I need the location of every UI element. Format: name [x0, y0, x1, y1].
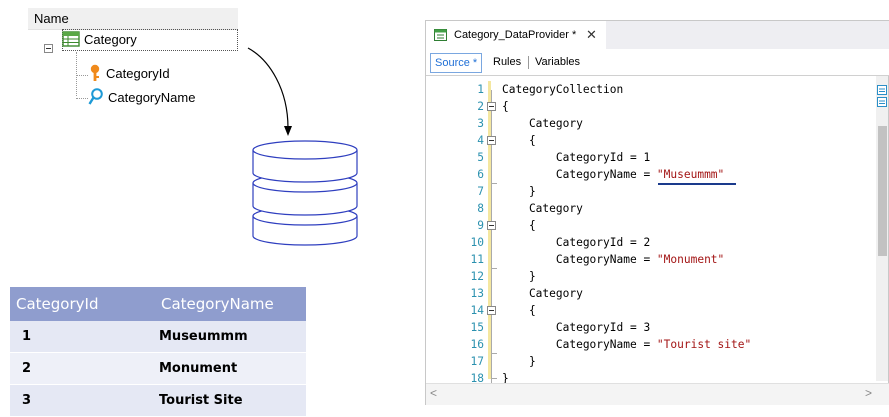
code-text-plain: CategoryName = [502, 338, 657, 351]
tree-column-header: Name [28, 8, 238, 30]
tree-item-category[interactable]: Category [62, 30, 137, 50]
line-number: 1 [477, 83, 484, 96]
cell-categoryname: Museummm [155, 321, 306, 353]
tab-category-dataprovider[interactable]: Category_DataProvider * ✕ [426, 21, 606, 49]
code-text: CategoryName = "Tourist site" [502, 336, 751, 353]
code-text: Category [502, 287, 583, 300]
close-icon[interactable]: ✕ [586, 21, 597, 49]
line-number: 9 [477, 219, 484, 232]
tree-connector [76, 52, 77, 96]
collapse-toggle-icon[interactable] [44, 44, 53, 53]
scroll-right-icon[interactable]: > [865, 386, 872, 400]
column-header-categoryid: CategoryId [10, 287, 155, 321]
collapse-toggle-icon[interactable] [487, 136, 496, 145]
flow-arrow-icon [247, 47, 292, 136]
scroll-left-icon[interactable]: < [430, 386, 437, 400]
fold-guide [491, 183, 497, 184]
tab-rules[interactable]: Rules [489, 53, 525, 71]
magnifier-icon [88, 88, 103, 105]
tree-item-categoryname[interactable]: CategoryName [88, 88, 195, 108]
code-text: CategoryCollection [502, 83, 624, 96]
tab-source[interactable]: Source * [430, 53, 483, 73]
code-text: CategoryId = 2 [502, 236, 651, 249]
dataprovider-editor: Category_DataProvider * ✕ Source * Rules… [425, 20, 889, 405]
line-number: 16 [470, 338, 484, 351]
tab-separator [528, 56, 529, 69]
fold-guide [491, 353, 497, 354]
line-number: 10 [470, 236, 484, 249]
string-literal: "Monument" [656, 253, 725, 266]
code-text: { [502, 134, 536, 147]
collapse-toggle-icon[interactable] [487, 306, 496, 315]
code-text: } [502, 185, 536, 198]
tree-item-label: CategoryId [106, 66, 170, 81]
tree-connector [76, 75, 88, 76]
key-icon [90, 64, 100, 81]
cell-categoryname: Monument [155, 352, 306, 385]
code-text-plain: CategoryName = [502, 253, 657, 266]
column-header-categoryname: CategoryName [155, 287, 306, 321]
tree-item-label: CategoryName [108, 90, 196, 105]
line-number: 13 [470, 287, 484, 300]
collapse-toggle-icon[interactable] [487, 102, 496, 111]
string-literal: "Museummm" [656, 168, 725, 181]
code-text: CategoryId = 1 [502, 151, 651, 164]
tree-item-label: Category [84, 32, 137, 47]
tab-variables[interactable]: Variables [531, 53, 584, 71]
fold-guide [491, 378, 497, 379]
line-number: 5 [477, 151, 484, 164]
code-text: } [502, 355, 536, 368]
code-text: CategoryId = 3 [502, 321, 651, 334]
code-text: { [502, 219, 536, 232]
editor-subtabs: Source * Rules Variables [426, 49, 889, 76]
table-row: 1 Museummm [10, 321, 306, 353]
line-number: 12 [470, 270, 484, 283]
code-text: Category [502, 117, 583, 130]
cell-categoryid: 1 [10, 321, 155, 353]
line-number: 11 [470, 253, 484, 266]
code-text: } [502, 270, 536, 283]
tree-connector [76, 98, 88, 99]
collapse-toggle-icon[interactable] [487, 221, 496, 230]
table-icon [62, 31, 80, 47]
line-number: 6 [477, 168, 484, 181]
table-row: 2 Monument [10, 352, 306, 385]
tab-label: Category_DataProvider * [454, 29, 577, 41]
line-number: 8 [477, 202, 484, 215]
code-editor[interactable]: 1 CategoryCollection 2{ 3 Category 4 { 5 … [426, 76, 889, 385]
cell-categoryid: 3 [10, 384, 155, 417]
code-text: Category [502, 202, 583, 215]
fold-guide [491, 90, 492, 384]
code-text-plain: CategoryName = [502, 168, 657, 181]
document-tabstrip: Category_DataProvider * ✕ [426, 21, 889, 49]
line-number: 7 [477, 185, 484, 198]
line-number: 4 [477, 134, 484, 147]
category-data-table: CategoryId CategoryName 1 Museummm 2 Mon… [10, 287, 306, 417]
code-text: { [502, 304, 536, 317]
code-text: CategoryName = "Museummm" [502, 166, 724, 183]
scrollbar-thumb[interactable] [878, 126, 887, 256]
line-number: 14 [470, 304, 484, 317]
cell-categoryid: 2 [10, 352, 155, 385]
string-literal: "Tourist site" [656, 338, 752, 351]
horizontal-scrollbar[interactable]: < > [426, 383, 889, 405]
dataprovider-icon [434, 29, 447, 41]
edit-underline [658, 183, 736, 185]
vertical-scrollbar[interactable] [876, 76, 888, 381]
code-text: { [502, 100, 509, 113]
fold-guide [491, 268, 497, 269]
code-text: CategoryName = "Monument" [502, 251, 724, 268]
database-icon [252, 140, 358, 246]
cell-categoryname: Tourist Site [155, 384, 306, 417]
line-number: 15 [470, 321, 484, 334]
tree-item-categoryid[interactable]: CategoryId [88, 64, 170, 84]
line-number: 3 [477, 117, 484, 130]
line-number: 17 [470, 355, 484, 368]
side-toolbar-icon[interactable] [877, 85, 887, 117]
table-row: 3 Tourist Site [10, 384, 306, 417]
line-number: 2 [477, 100, 484, 113]
